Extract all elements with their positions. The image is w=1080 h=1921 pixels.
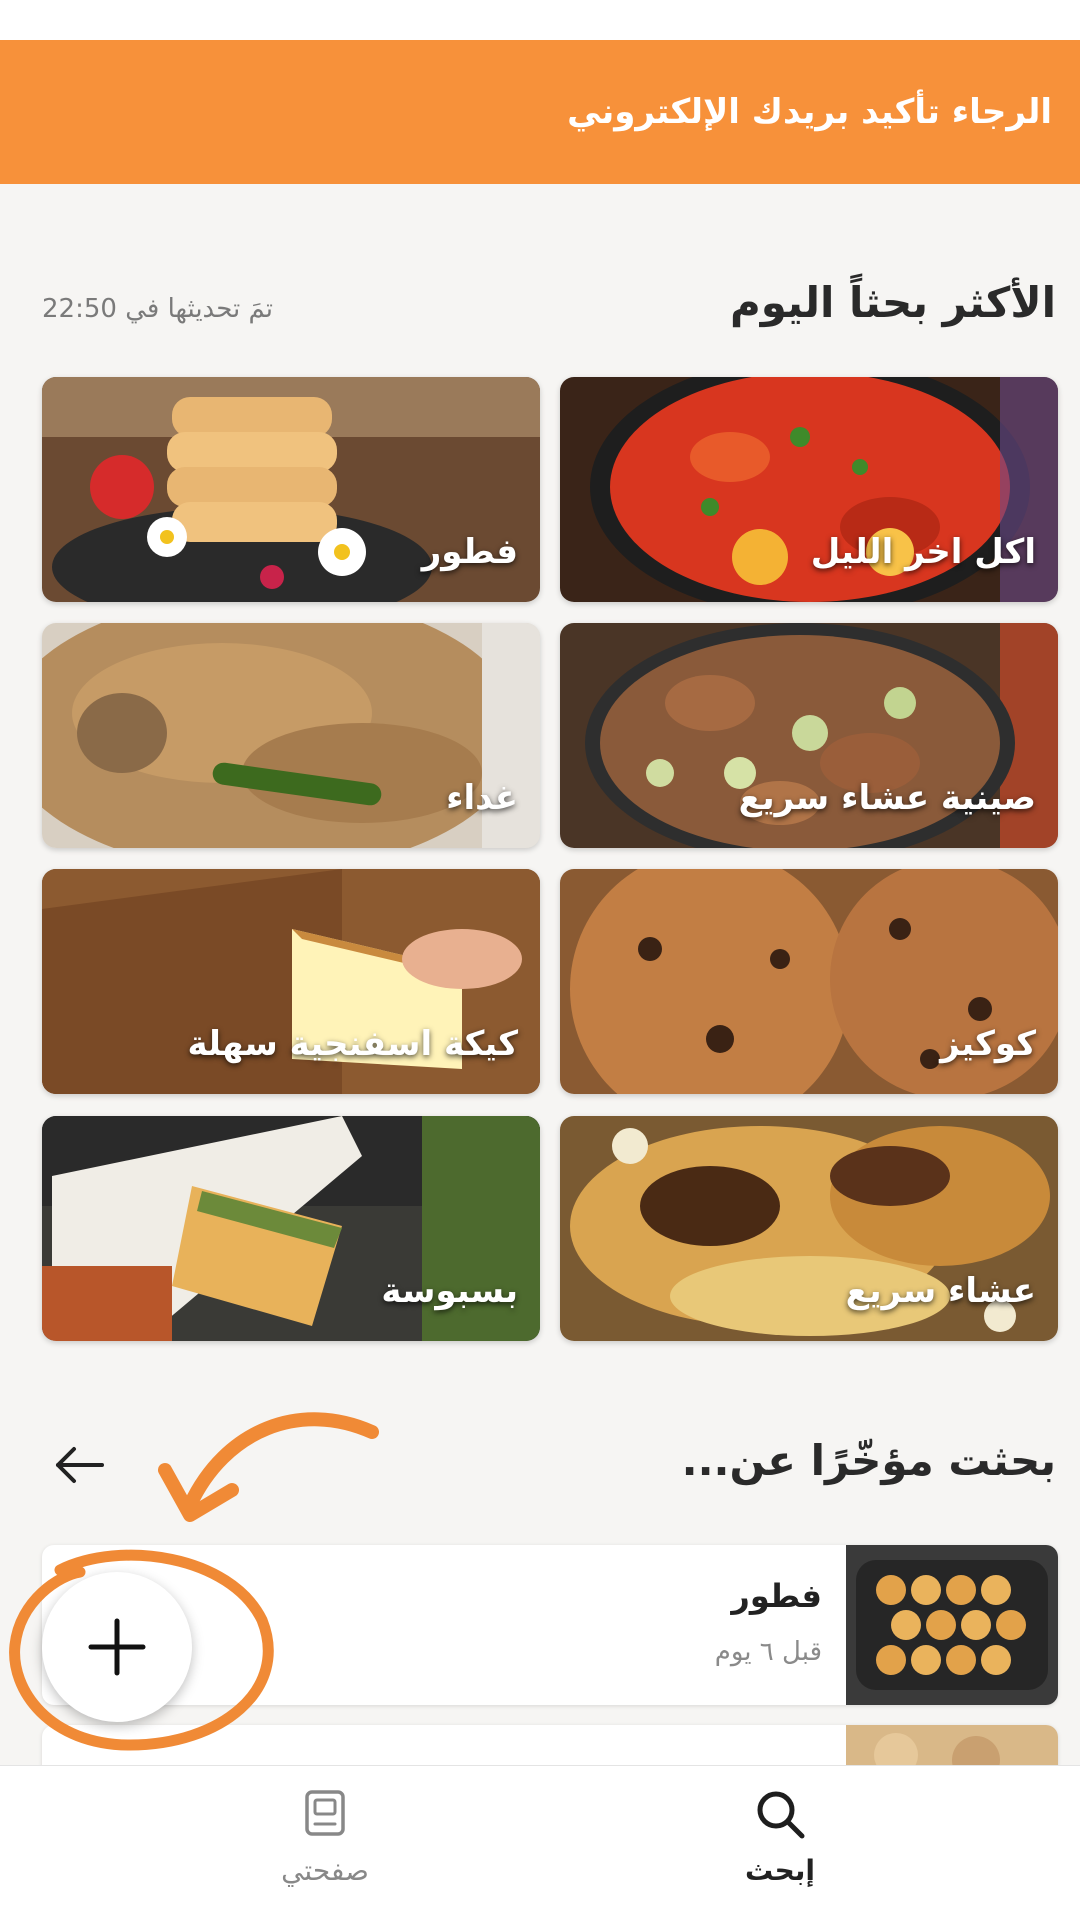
arrow-left-icon[interactable] bbox=[50, 1440, 110, 1490]
tile-label: عشاء سريع bbox=[845, 1271, 1036, 1311]
tile-label: اكل اخر الليل bbox=[810, 532, 1036, 572]
trending-grid: اكل اخر الليل فطور صينية عشاء سريع غداء … bbox=[42, 377, 1058, 1341]
tile-label: فطور bbox=[421, 532, 518, 572]
recent-item[interactable]: فطور قبل ٦ يوم bbox=[42, 1545, 1058, 1705]
trending-tile[interactable]: بسبوسة bbox=[42, 1116, 540, 1341]
updated-time: تمَ تحديثها في 22:50 bbox=[42, 294, 274, 324]
recipe-book-icon bbox=[305, 1790, 345, 1836]
trending-title: الأكثر بحثاً اليوم bbox=[730, 278, 1056, 327]
tile-label: كوكيز bbox=[940, 1024, 1036, 1064]
status-bar-area bbox=[0, 0, 1080, 40]
add-recipe-button[interactable] bbox=[42, 1572, 192, 1722]
trending-tile[interactable]: غداء bbox=[42, 623, 540, 848]
tile-label: كيكة اسفنجية سهلة bbox=[187, 1024, 518, 1064]
banner-text: الرجاء تأكيد بريدك الإلكتروني bbox=[567, 92, 1052, 132]
trending-tile[interactable]: كوكيز bbox=[560, 869, 1058, 1094]
search-icon bbox=[757, 1791, 805, 1839]
verify-email-banner[interactable]: الرجاء تأكيد بريدك الإلكتروني bbox=[0, 40, 1080, 184]
recent-item-thumbnail bbox=[846, 1545, 1058, 1705]
nav-search-label: إبحث bbox=[745, 1854, 815, 1887]
trending-tile[interactable]: فطور bbox=[42, 377, 540, 602]
tile-label: صينية عشاء سريع bbox=[738, 778, 1036, 818]
bottom-navigation: إبحث صفحتي bbox=[0, 1765, 1080, 1921]
recent-item-title: فطور bbox=[731, 1577, 822, 1615]
nav-search[interactable]: إبحث bbox=[680, 1784, 880, 1887]
recent-item-time: قبل ٦ يوم bbox=[714, 1637, 822, 1667]
trending-tile[interactable]: اكل اخر الليل bbox=[560, 377, 1058, 602]
tile-label: بسبوسة bbox=[381, 1271, 518, 1311]
trending-tile[interactable]: عشاء سريع bbox=[560, 1116, 1058, 1341]
nav-my-page[interactable]: صفحتي bbox=[225, 1784, 425, 1887]
recent-title: بحثت مؤخّرًا عن... bbox=[681, 1436, 1056, 1485]
trending-tile[interactable]: صينية عشاء سريع bbox=[560, 623, 1058, 848]
plus-icon bbox=[88, 1618, 146, 1676]
tile-label: غداء bbox=[446, 778, 518, 818]
nav-my-page-label: صفحتي bbox=[281, 1854, 369, 1887]
trending-tile[interactable]: كيكة اسفنجية سهلة bbox=[42, 869, 540, 1094]
